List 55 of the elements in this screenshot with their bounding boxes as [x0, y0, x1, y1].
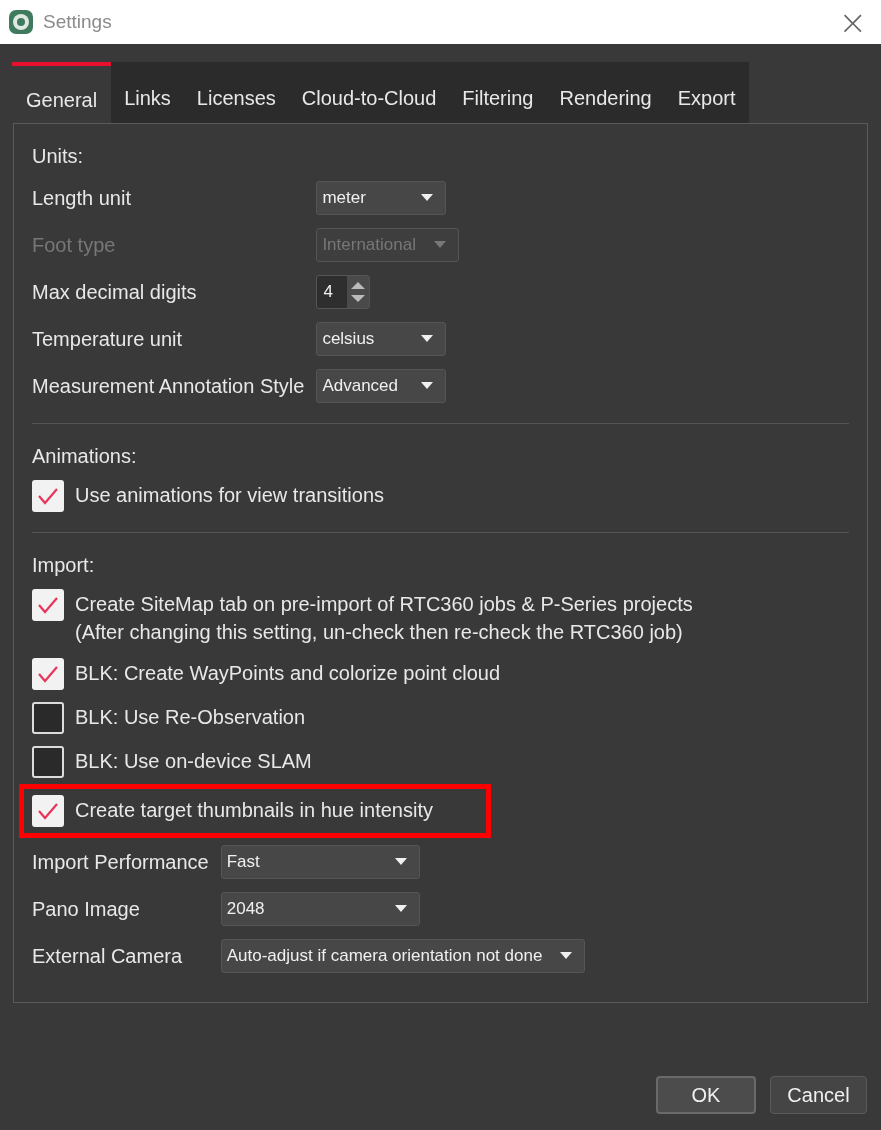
caret-icon	[421, 335, 434, 342]
caret-icon	[433, 241, 446, 248]
dropdown[interactable]: Fast	[220, 844, 420, 879]
caret-icon	[421, 382, 434, 389]
field-label: Max decimal digits	[32, 279, 198, 305]
dialog-button[interactable]: OK	[656, 1076, 756, 1114]
field-label: Length unit	[32, 185, 132, 211]
checkbox-label: BLK: Use Re-Observation	[75, 705, 306, 730]
tab[interactable]: General	[12, 62, 112, 123]
checkbox-label: Create SiteMap tab on pre-import of RTC360 jobs & P-Series projects (After changing this setting, un-check then re-check the RTC360 job)	[75, 592, 693, 645]
caret-icon	[560, 952, 573, 959]
dropdown: International	[316, 227, 459, 262]
dropdown[interactable]: Auto-adjust if camera orientation not done	[220, 938, 586, 973]
number-spinner[interactable]: 4	[316, 274, 371, 309]
checkmark-icon	[37, 802, 59, 820]
checkbox-label: BLK: Create WayPoints and colorize point cloud	[75, 661, 501, 686]
field-label: Temperature unit	[32, 326, 184, 352]
dropdown[interactable]: celsius	[316, 321, 447, 356]
caret-icon	[394, 905, 407, 912]
section-heading: Import:	[32, 553, 96, 578]
caret-icon	[421, 194, 434, 201]
window-title: Settings	[43, 9, 113, 34]
caret-icon	[394, 858, 407, 865]
tab[interactable]: Links	[111, 62, 184, 123]
checkbox[interactable]	[32, 746, 64, 778]
tab[interactable]: Filtering	[449, 62, 547, 123]
field-label: Pano Image	[32, 896, 141, 922]
tab[interactable]: Export	[664, 62, 749, 123]
tab[interactable]: Cloud-to-Cloud	[288, 62, 450, 123]
checkbox-label: Create target thumbnails in hue intensity	[75, 798, 433, 823]
tab[interactable]: Rendering	[546, 62, 665, 123]
checkbox[interactable]	[32, 658, 64, 690]
section-heading: Units:	[32, 144, 85, 169]
field-label: Import Performance	[32, 849, 209, 875]
checkmark-icon	[37, 487, 59, 505]
dropdown[interactable]: 2048	[220, 891, 420, 926]
stepper-arrows-icon[interactable]	[347, 275, 370, 308]
field-label: External Camera	[32, 943, 184, 969]
checkmark-icon	[37, 596, 59, 614]
dialog-button[interactable]: Cancel	[770, 1076, 867, 1114]
field-label: Measurement Annotation Style	[32, 373, 305, 399]
checkbox[interactable]	[32, 589, 64, 621]
app-logo-icon	[8, 9, 34, 35]
checkmark-icon	[37, 665, 59, 683]
dropdown[interactable]: Advanced	[316, 368, 447, 403]
tab[interactable]: Licenses	[183, 62, 289, 123]
checkbox-label: Use animations for view transitions	[75, 483, 384, 508]
checkbox-label: BLK: Use on-device SLAM	[75, 749, 312, 774]
close-button[interactable]: ×	[838, 5, 867, 39]
checkbox[interactable]	[32, 795, 64, 827]
dropdown[interactable]: meter	[316, 180, 447, 215]
checkbox[interactable]	[32, 480, 64, 512]
checkbox[interactable]	[32, 702, 64, 734]
field-label: Foot type	[32, 232, 117, 258]
section-heading: Animations:	[32, 444, 138, 469]
